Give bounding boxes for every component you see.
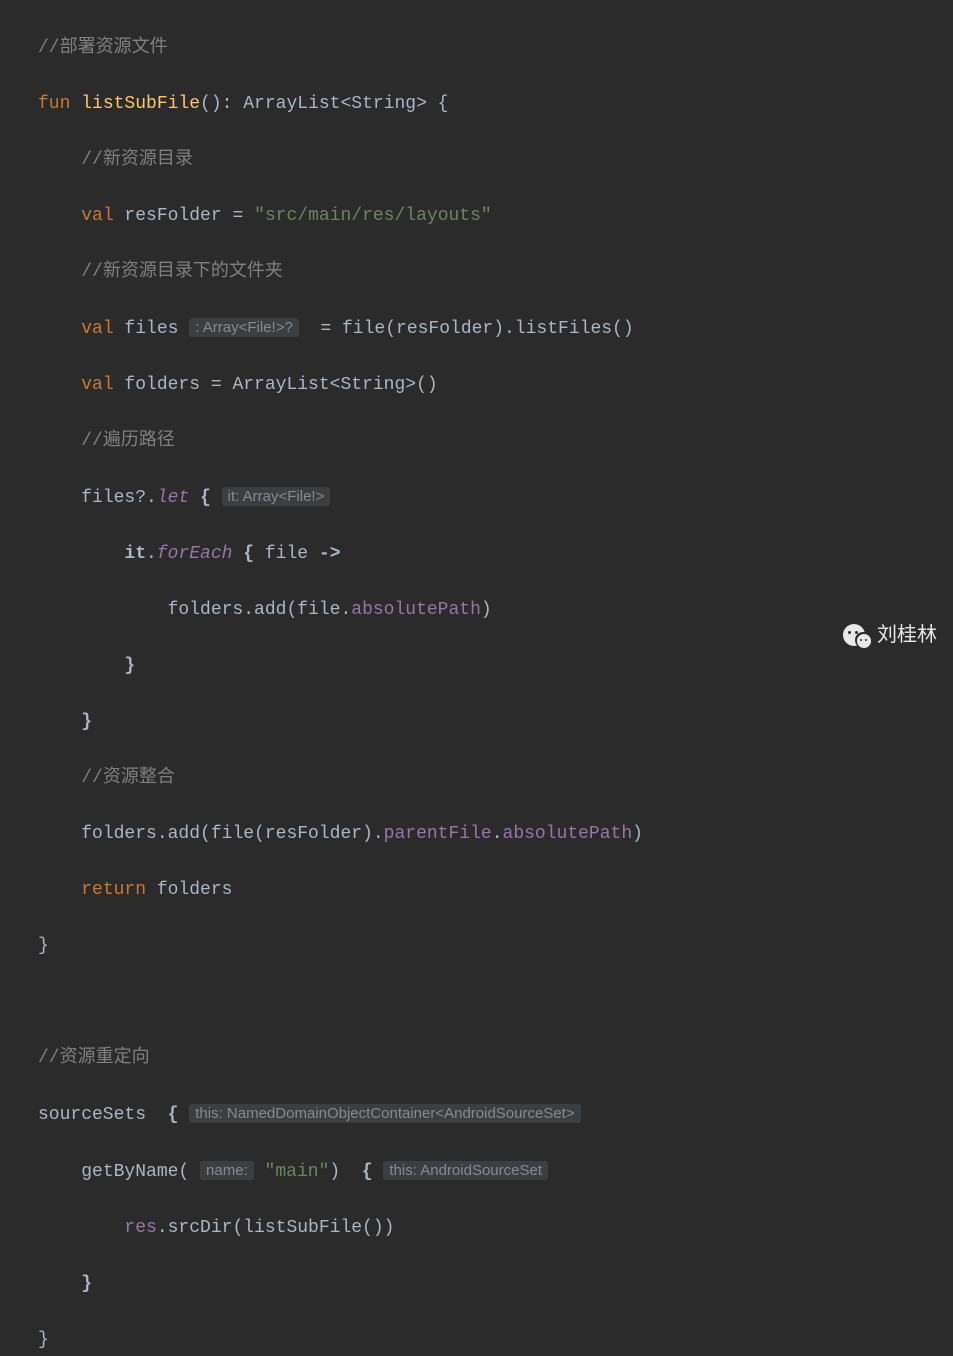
signature: (): ArrayList<String> {: [200, 94, 448, 114]
code-line: val folders = ArrayList<String>(): [0, 371, 953, 399]
comment: //遍历路径: [81, 431, 175, 451]
code-line: }: [0, 1326, 953, 1354]
code-line: res.srcDir(listSubFile()): [0, 1214, 953, 1242]
keyword-val: val: [81, 319, 113, 339]
wechat-icon: [841, 620, 871, 650]
property: absolutePath: [351, 600, 481, 620]
code-line: //遍历路径: [0, 427, 953, 455]
receiver-hint: this: AndroidSourceSet: [383, 1161, 548, 1180]
code-line: }: [0, 652, 953, 680]
watermark: 刘桂林: [841, 620, 937, 650]
receiver-hint: this: NamedDomainObjectContainer<Android…: [189, 1104, 580, 1123]
comment: //资源重定向: [38, 1048, 150, 1068]
code-line: fun listSubFile(): ArrayList<String> {: [0, 90, 953, 118]
code-line: folders.add(file.absolutePath): [0, 596, 953, 624]
code-line: //资源重定向: [0, 1044, 953, 1072]
code-line: files?.let { it: Array<File!>: [0, 483, 953, 512]
code-line: sourceSets { this: NamedDomainObjectCont…: [0, 1100, 953, 1129]
property: parentFile: [384, 824, 492, 844]
keyword-fun: fun: [38, 94, 70, 114]
keyword-val: val: [81, 206, 113, 226]
code-line: //新资源目录下的文件夹: [0, 258, 953, 286]
code-line: }: [0, 708, 953, 736]
ext-fn-let: let: [157, 488, 189, 508]
comment: //新资源目录: [81, 150, 193, 170]
code-line: //新资源目录: [0, 146, 953, 174]
code-line: }: [0, 1270, 953, 1298]
code-editor-content: //部署资源文件 fun listSubFile(): ArrayList<St…: [0, 0, 953, 1356]
string-literal: "src/main/res/layouts": [254, 206, 492, 226]
code-line: folders.add(file(resFolder).parentFile.a…: [0, 820, 953, 848]
code-line: it.forEach { file ->: [0, 540, 953, 568]
string-literal: "main": [254, 1162, 330, 1182]
lambda-hint: it: Array<File!>: [222, 487, 331, 506]
comment: //部署资源文件: [38, 38, 168, 58]
code-line: return folders: [0, 876, 953, 904]
code-line: getByName( name: "main") { this: Android…: [0, 1157, 953, 1186]
function-name: listSubFile: [81, 94, 200, 114]
code-line: //资源整合: [0, 764, 953, 792]
property: res: [124, 1218, 156, 1238]
comment: //新资源目录下的文件夹: [81, 262, 283, 282]
code-line: //部署资源文件: [0, 34, 953, 62]
ext-fn-foreach: forEach: [157, 544, 233, 564]
code-line: val files : Array<File!>? = file(resFold…: [0, 314, 953, 343]
watermark-text: 刘桂林: [877, 621, 937, 649]
keyword-return: return: [81, 880, 146, 900]
param-hint: name:: [200, 1161, 254, 1180]
type-hint: : Array<File!>?: [189, 318, 299, 337]
code-line: }: [0, 932, 953, 960]
comment: //资源整合: [81, 768, 175, 788]
code-line: [0, 988, 953, 1016]
keyword-val: val: [81, 375, 113, 395]
code-line: val resFolder = "src/main/res/layouts": [0, 202, 953, 230]
property: absolutePath: [503, 824, 633, 844]
